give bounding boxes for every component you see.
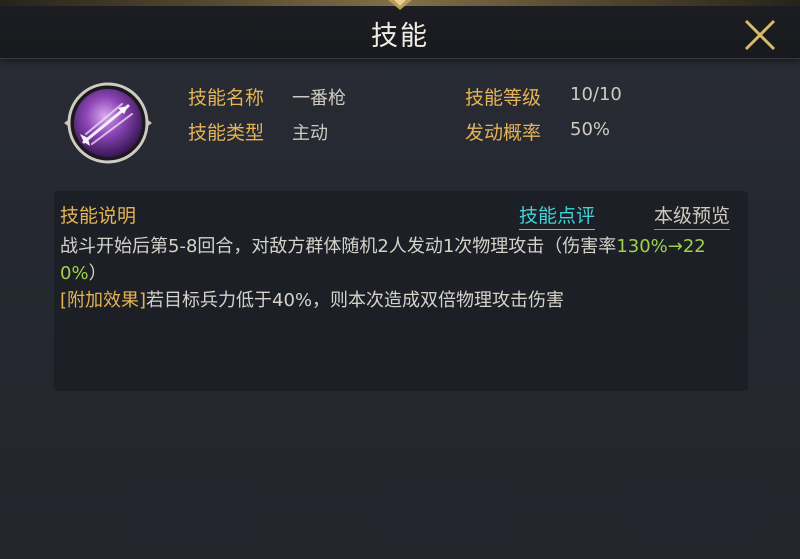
skill-level-label: 技能等级 xyxy=(465,87,542,109)
skill-type-label: 技能类型 xyxy=(188,122,265,144)
skill-dialog: 技能 技能名称 一番枪 技能等级 10/10 技能类型 主动 发动概率 50% xyxy=(0,0,800,559)
skill-name-value: 一番枪 xyxy=(292,88,346,109)
arrow-skill-icon xyxy=(64,82,152,164)
description-text: 战斗开始后第5-8回合，对敌方群体随机2人发动1次物理攻击（伤害率130%→22… xyxy=(60,233,742,314)
description-main: 战斗开始后第5-8回合，对敌方群体随机2人发动1次物理攻击（伤害率 xyxy=(60,236,617,257)
extra-effect-text: 若目标兵力低于40%，则本次造成双倍物理攻击伤害 xyxy=(146,290,565,311)
header-ornament-icon xyxy=(388,0,412,10)
skill-description-box: 技能说明 技能点评 本级预览 战斗开始后第5-8回合，对敌方群体随机2人发动1次… xyxy=(54,191,748,391)
tab-level-preview[interactable]: 本级预览 xyxy=(654,201,731,230)
trigger-chance-label: 发动概率 xyxy=(465,122,542,144)
dialog-title: 技能 xyxy=(371,21,429,52)
extra-effect-label: [附加效果] xyxy=(60,290,147,311)
description-title: 技能说明 xyxy=(60,205,137,227)
description-close: ） xyxy=(88,263,107,284)
trigger-chance-value: 50% xyxy=(570,119,611,140)
tab-skill-review[interactable]: 技能点评 xyxy=(519,201,596,230)
skill-type-value: 主动 xyxy=(292,123,328,144)
skill-name-label: 技能名称 xyxy=(188,87,265,109)
close-icon[interactable] xyxy=(740,15,780,55)
dialog-header: 技能 xyxy=(0,0,800,59)
skill-level-value: 10/10 xyxy=(570,84,622,105)
